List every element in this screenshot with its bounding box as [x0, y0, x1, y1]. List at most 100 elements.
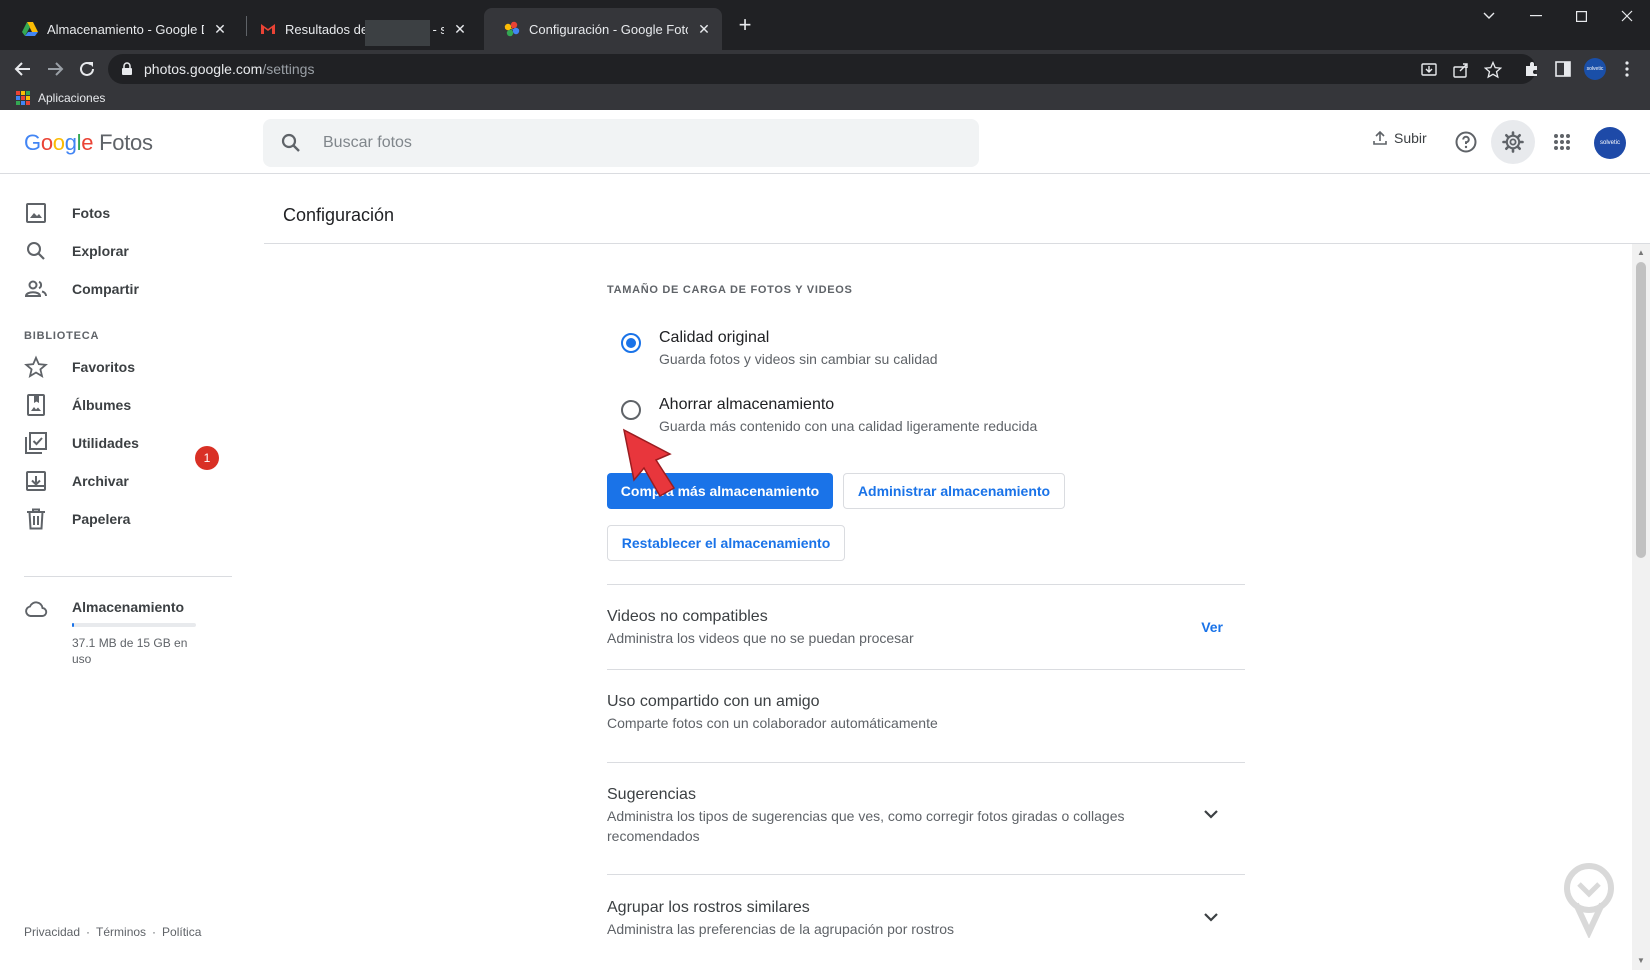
watermark-logo-icon [1564, 863, 1614, 938]
manage-storage-button[interactable]: Administrar almacenamiento [843, 473, 1065, 509]
sidebar-item-compartir[interactable]: Compartir [24, 271, 234, 307]
row-subtitle: Administra los videos que no se puedan p… [607, 630, 914, 646]
logo-letter: o [40, 130, 53, 155]
minimize-button[interactable] [1513, 0, 1559, 32]
profile-button[interactable]: solvetic [1580, 54, 1610, 84]
utilities-badge: 1 [195, 446, 219, 470]
tab-title: Almacenamiento - Google Drive [47, 21, 204, 37]
maximize-button[interactable] [1558, 0, 1604, 32]
google-drive-icon [22, 22, 38, 36]
close-tab-icon[interactable]: ✕ [696, 21, 712, 38]
app-header: GoogleFotos Subir solvetic [0, 110, 1650, 174]
scrollbar-thumb[interactable] [1636, 262, 1646, 558]
side-panel-button[interactable] [1548, 54, 1578, 84]
tab-google-drive[interactable]: Almacenamiento - Google Drive ✕ [2, 8, 238, 50]
sidebar-item-papelera[interactable]: Papelera [24, 501, 234, 537]
sidebar-item-fotos[interactable]: Fotos [24, 195, 234, 231]
row-title: Uso compartido con un amigo [607, 693, 820, 710]
row-title: Sugerencias [607, 786, 696, 803]
address-bar[interactable]: photos.google.com/settings [108, 54, 1536, 84]
storage-usage-bar [72, 623, 196, 627]
kebab-menu-icon [1625, 61, 1629, 77]
back-button[interactable] [8, 54, 38, 84]
gear-icon [1502, 131, 1524, 153]
chevron-down-icon[interactable] [1199, 802, 1223, 826]
extensions-button[interactable] [1517, 54, 1547, 84]
sidebar-item-explorar[interactable]: Explorar [24, 233, 234, 269]
logo-product-name: Fotos [99, 130, 153, 155]
install-app-icon[interactable] [1420, 61, 1438, 79]
title-divider [264, 243, 1650, 244]
search-bar [263, 119, 979, 167]
privacy-link[interactable]: Privacidad [24, 925, 80, 939]
storage-usage-fill [72, 623, 74, 627]
annotation-arrow-icon [622, 428, 676, 498]
row-title: Videos no compatibles [607, 608, 768, 625]
reload-icon [80, 61, 94, 76]
upload-icon [1373, 130, 1387, 145]
sidebar: Fotos Explorar Compartir BIBLIOTECA Favo… [0, 175, 256, 970]
browser-menu-button[interactable] [1612, 54, 1642, 84]
forward-button[interactable] [40, 54, 70, 84]
google-apps-button[interactable] [1540, 120, 1584, 164]
option-subtitle: Guarda más contenido con una calidad lig… [659, 418, 1038, 434]
option-title: Calidad original [659, 329, 770, 346]
tab-gmail[interactable]: Resultados de búsqueda - solvetic ✕ [240, 8, 478, 50]
row-subtitle: Administra los tipos de sugerencias que … [607, 808, 1125, 844]
archive-icon [26, 471, 46, 491]
browser-tab-strip: Almacenamiento - Google Drive ✕ Resultad… [0, 0, 1650, 50]
chevron-down-icon[interactable] [1199, 905, 1223, 929]
sidebar-item-favoritos[interactable]: Favoritos [24, 349, 234, 385]
page-title: Configuración [283, 205, 395, 225]
search-input[interactable] [323, 134, 923, 152]
puzzle-icon [1526, 62, 1537, 76]
sidebar-item-albumes[interactable]: Álbumes [24, 387, 234, 423]
close-window-button[interactable] [1604, 0, 1650, 32]
section-divider [607, 669, 1245, 670]
browser-toolbar: photos.google.com/settings solvetic [0, 50, 1650, 88]
row-subtitle: Administra las preferencias de la agrupa… [607, 921, 955, 937]
terms-link[interactable]: Términos [96, 925, 146, 939]
bookmark-apps-label: Aplicaciones [38, 91, 106, 105]
library-section-label: BIBLIOTECA [24, 330, 100, 342]
sidebar-item-label: Papelera [72, 511, 131, 527]
share-icon[interactable] [1452, 61, 1470, 79]
settings-button[interactable] [1491, 120, 1535, 164]
url-host: photos.google.com [144, 61, 263, 77]
new-tab-button[interactable]: + [731, 12, 759, 40]
sidebar-item-label: Archivar [72, 473, 129, 489]
cloud-icon [25, 601, 48, 617]
footer-separator: · [152, 925, 157, 939]
help-button[interactable] [1444, 120, 1488, 164]
section-divider [607, 584, 1245, 585]
tab-search-icon[interactable] [1466, 0, 1512, 32]
search-icon[interactable] [279, 131, 303, 155]
tab-google-photos[interactable]: Configuración - Google Fotos ✕ [484, 8, 722, 50]
image-icon [26, 203, 46, 223]
sidebar-divider [24, 576, 232, 577]
reload-button[interactable] [72, 54, 102, 84]
scroll-down-arrow[interactable]: ▼ [1636, 956, 1646, 966]
account-avatar[interactable]: solvetic [1594, 127, 1626, 159]
bookmark-star-icon[interactable] [1484, 61, 1502, 79]
star-icon [24, 355, 48, 378]
album-icon [27, 394, 45, 416]
logo-letter: G [24, 130, 41, 155]
radio-original-quality[interactable] [621, 333, 641, 353]
apps-grid-icon [1554, 134, 1570, 150]
policy-link[interactable]: Política [162, 925, 201, 939]
google-photos-logo[interactable]: Google Fotos [24, 130, 153, 156]
restore-storage-button[interactable]: Restablecer el almacenamiento [607, 525, 845, 561]
bookmark-apps[interactable]: Aplicaciones [16, 91, 105, 105]
gmail-icon [261, 24, 275, 34]
trash-icon [27, 508, 45, 530]
view-unsupported-videos-link[interactable]: Ver [1201, 619, 1223, 635]
side-panel-icon [1555, 61, 1571, 77]
storage-title: Almacenamiento [72, 599, 185, 615]
close-tab-icon[interactable]: ✕ [212, 21, 228, 38]
help-icon [1455, 131, 1477, 153]
radio-save-storage[interactable] [621, 400, 641, 420]
upload-button[interactable]: Subir [1372, 130, 1427, 146]
scroll-up-arrow[interactable]: ▲ [1636, 248, 1646, 258]
close-tab-icon[interactable]: ✕ [452, 21, 468, 38]
